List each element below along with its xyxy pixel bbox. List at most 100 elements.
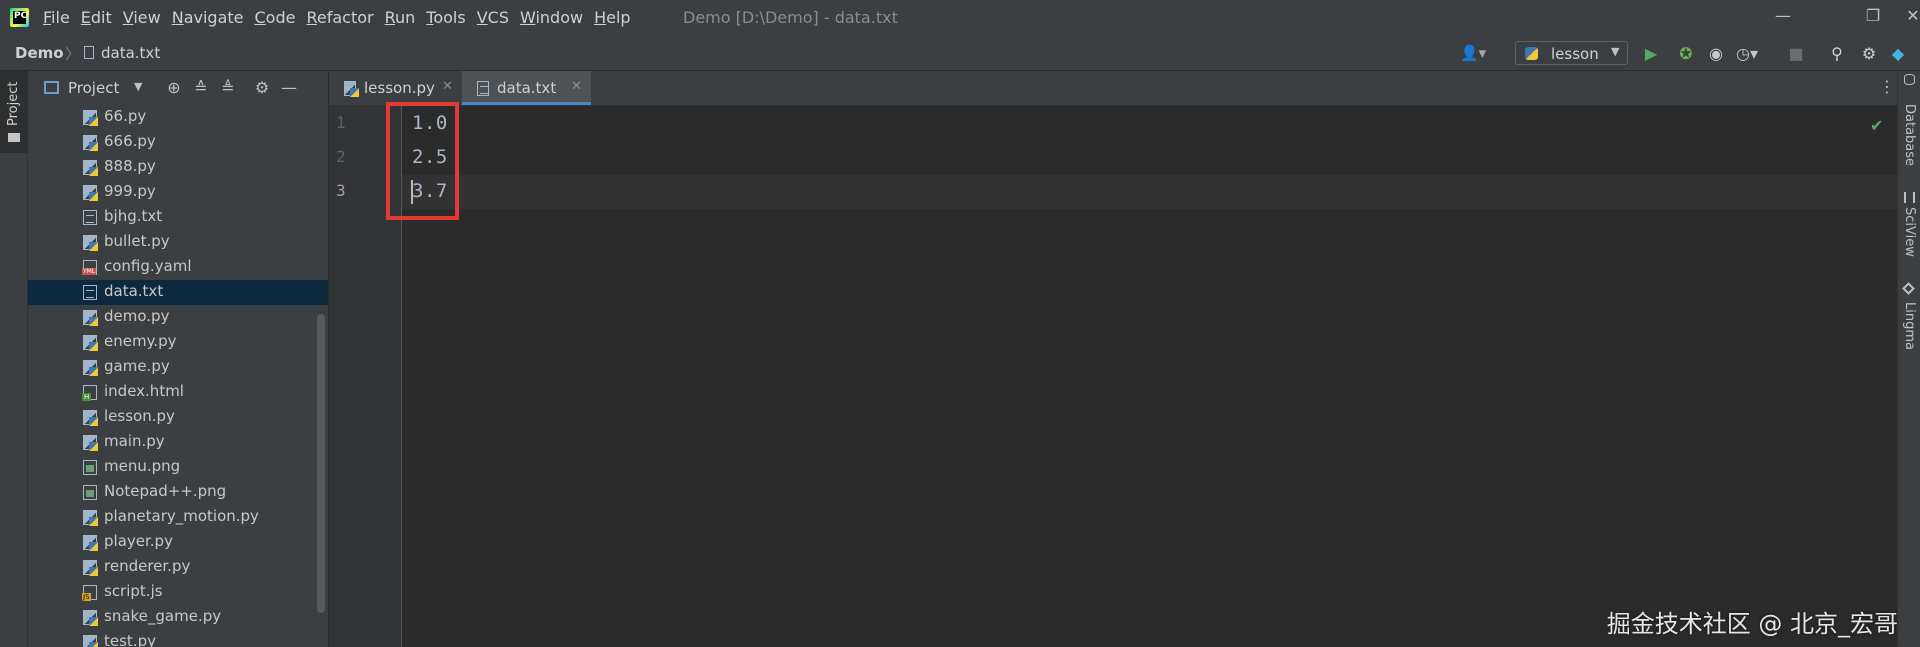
menu-edit[interactable]: Edit xyxy=(81,8,112,27)
tree-item-file[interactable]: 999.py xyxy=(28,180,328,205)
code-editor[interactable]: 1 2 3 1.0 2.5 3.7 ✔ xyxy=(329,102,1897,647)
menu-refactor[interactable]: Refactor xyxy=(306,8,373,27)
more-vertical-icon[interactable]: ⋮ xyxy=(1879,77,1895,96)
plugin-icon[interactable]: ◆ xyxy=(1887,44,1909,63)
folder-icon xyxy=(8,133,20,142)
tree-item-label: config.yaml xyxy=(104,257,192,275)
line-number: 1 xyxy=(336,113,346,132)
project-view-icon xyxy=(44,81,59,94)
window-title: Demo [D:\Demo] - data.txt xyxy=(683,8,898,27)
py-file-icon xyxy=(83,160,98,176)
py-file-icon xyxy=(83,510,98,526)
png-file-icon xyxy=(83,485,97,500)
tree-item-file[interactable]: lesson.py xyxy=(28,405,328,430)
tree-item-file[interactable]: data.txt xyxy=(28,280,328,305)
tab-lesson-py[interactable]: lesson.py ✕ xyxy=(329,71,462,105)
tree-item-file[interactable]: bullet.py xyxy=(28,230,328,255)
user-icon[interactable]: 👤▾ xyxy=(1460,44,1486,62)
png-file-icon xyxy=(83,460,97,475)
coverage-icon[interactable]: ◉ xyxy=(1705,44,1727,63)
close-icon[interactable]: ✕ xyxy=(442,79,453,94)
database-tool-tab[interactable]: Database xyxy=(1902,104,1917,166)
tree-item-file[interactable]: planetary_motion.py xyxy=(28,505,328,530)
tree-item-file[interactable]: 66.py xyxy=(28,105,328,130)
project-panel-header: Project ▼ ⊕ ≙ ≜ ⚙ — xyxy=(28,71,328,105)
tree-item-file[interactable]: enemy.py xyxy=(28,330,328,355)
tree-item-file[interactable]: bjhg.txt xyxy=(28,205,328,230)
project-panel-title[interactable]: Project xyxy=(68,79,119,97)
stop-icon[interactable]: ■ xyxy=(1785,44,1807,63)
watermark: 掘金技术社区 @ 北京_宏哥 xyxy=(1606,610,1898,638)
breadcrumb-project[interactable]: Demo xyxy=(15,44,64,62)
menu-help[interactable]: Help xyxy=(594,8,630,27)
menu-code[interactable]: Code xyxy=(255,8,296,27)
search-icon[interactable]: ⚲ xyxy=(1826,44,1848,63)
tree-item-file[interactable]: index.html xyxy=(28,380,328,405)
navigation-bar: Demo 〉 data.txt 👤▾ lesson ▼ ▶ ✪ ◉ ◷▾ ■ ⚲… xyxy=(0,36,1920,71)
title-bar: PC File Edit View Navigate Code Refactor… xyxy=(0,0,1920,36)
tree-item-file[interactable]: demo.py xyxy=(28,305,328,330)
editor-tab-bar: lesson.py ✕ data.txt ✕ ⋮ xyxy=(329,71,1897,106)
run-icon[interactable]: ▶ xyxy=(1640,44,1662,63)
pycharm-logo-icon: PC xyxy=(10,8,29,27)
tree-item-file[interactable]: game.py xyxy=(28,355,328,380)
tree-item-file[interactable]: player.py xyxy=(28,530,328,555)
tree-item-file[interactable]: 666.py xyxy=(28,130,328,155)
tree-item-label: bjhg.txt xyxy=(104,207,163,225)
py-file-icon xyxy=(83,610,98,626)
close-button[interactable]: ✕ xyxy=(1898,6,1920,25)
tree-item-file[interactable]: renderer.py xyxy=(28,555,328,580)
yaml-file-icon xyxy=(82,260,97,275)
collapse-all-icon[interactable]: ≜ xyxy=(218,78,238,97)
run-configuration-dropdown[interactable]: lesson ▼ xyxy=(1515,41,1628,65)
profile-icon[interactable]: ◷▾ xyxy=(1736,44,1758,63)
left-tool-stripe: Project xyxy=(0,71,28,647)
text-file-icon xyxy=(84,46,94,59)
gear-icon[interactable]: ⚙ xyxy=(252,78,272,97)
tree-item-file[interactable]: snake_game.py xyxy=(28,605,328,630)
project-file-tree: 66.py 666.py 888.py 999.py bjhg.txt bullet.py… xyxy=(28,105,328,647)
minimize-button[interactable]: — xyxy=(1768,6,1798,25)
lingma-tool-tab[interactable]: Lingma xyxy=(1902,302,1917,350)
py-file-icon xyxy=(83,435,98,451)
tree-item-label: Notepad++.png xyxy=(104,482,227,500)
sciview-tool-tab[interactable]: SciView xyxy=(1902,207,1917,257)
expand-all-icon[interactable]: ≙ xyxy=(191,78,211,97)
tree-item-file[interactable]: test.py xyxy=(28,630,328,647)
tree-item-label: 66.py xyxy=(104,107,147,125)
tree-item-file[interactable]: 888.py xyxy=(28,155,328,180)
py-file-icon xyxy=(83,135,98,151)
tree-item-file[interactable]: config.yaml xyxy=(28,255,328,280)
menu-run[interactable]: Run xyxy=(385,8,416,27)
line-number: 2 xyxy=(336,147,346,166)
lingma-icon xyxy=(1902,282,1915,295)
menu-tools[interactable]: Tools xyxy=(426,8,465,27)
tree-item-file[interactable]: script.js xyxy=(28,580,328,605)
python-file-icon xyxy=(344,81,359,97)
menu-window[interactable]: Window xyxy=(520,8,583,27)
menu-file[interactable]: File xyxy=(43,8,70,27)
js-file-icon xyxy=(82,585,97,601)
tree-item-label: game.py xyxy=(104,357,170,375)
sciview-icon xyxy=(1904,192,1915,203)
tree-item-file[interactable]: Notepad++.png xyxy=(28,480,328,505)
breadcrumb-file[interactable]: data.txt xyxy=(101,44,160,62)
chevron-down-icon[interactable]: ▼ xyxy=(134,80,142,93)
menu-view[interactable]: View xyxy=(123,8,161,27)
project-tool-tab[interactable]: Project xyxy=(0,71,27,153)
menu-vcs[interactable]: VCS xyxy=(477,8,509,27)
close-icon[interactable]: ✕ xyxy=(571,79,582,94)
project-tool-tab-label: Project xyxy=(6,81,21,126)
menu-navigate[interactable]: Navigate xyxy=(172,8,244,27)
project-tree-scrollbar[interactable] xyxy=(317,314,325,613)
gear-icon[interactable]: ⚙ xyxy=(1858,44,1880,63)
tree-item-label: enemy.py xyxy=(104,332,177,350)
tree-item-file[interactable]: menu.png xyxy=(28,455,328,480)
debug-icon[interactable]: ✪ xyxy=(1675,44,1697,63)
tab-data-txt[interactable]: data.txt ✕ xyxy=(462,71,591,105)
hide-icon[interactable]: — xyxy=(279,78,299,97)
locate-icon[interactable]: ⊕ xyxy=(164,78,184,97)
restore-button[interactable]: ❐ xyxy=(1858,6,1888,25)
tree-item-file[interactable]: main.py xyxy=(28,430,328,455)
database-icon xyxy=(1904,74,1915,85)
